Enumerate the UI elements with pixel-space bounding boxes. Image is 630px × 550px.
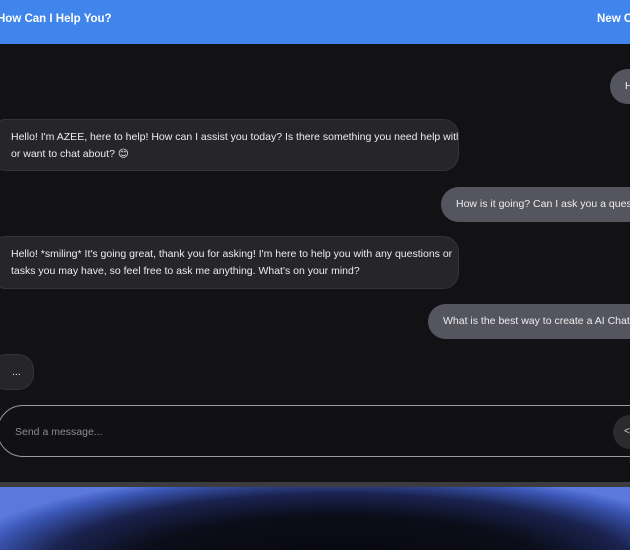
user-message: Hi bbox=[610, 69, 630, 104]
typing-dots: ... bbox=[12, 366, 21, 378]
message-text-line: tasks you may have, so feel free to ask … bbox=[11, 264, 360, 277]
message-text: What is the best way to create a AI Chat… bbox=[443, 315, 630, 327]
app-header: How Can I Help You? New Chat bbox=[0, 0, 630, 44]
message-composer: < bbox=[0, 405, 630, 457]
send-icon: < bbox=[624, 426, 630, 437]
message-input[interactable] bbox=[15, 423, 575, 441]
chat-messages: Hi Hello! I'm AZEE, here to help! How ca… bbox=[0, 44, 630, 482]
background-image bbox=[0, 487, 630, 550]
assistant-message: Hello! *smiling* It's going great, thank… bbox=[0, 236, 459, 289]
message-text: Hi bbox=[625, 80, 630, 92]
new-chat-button[interactable]: New Chat bbox=[597, 13, 630, 25]
message-text: How is it going? Can I ask you a questio… bbox=[456, 198, 630, 210]
chat-app: How Can I Help You? New Chat Hi Hello! I… bbox=[0, 0, 630, 550]
message-text-line: Hello! I'm AZEE, here to help! How can I… bbox=[11, 131, 459, 143]
user-message: What is the best way to create a AI Chat… bbox=[428, 304, 630, 339]
send-button[interactable]: < bbox=[613, 415, 630, 449]
assistant-message: Hello! I'm AZEE, here to help! How can I… bbox=[0, 119, 459, 171]
header-title: How Can I Help You? bbox=[0, 13, 112, 25]
message-text-line: or want to chat about? 😊 bbox=[11, 147, 129, 160]
user-message: How is it going? Can I ask you a questio… bbox=[441, 187, 630, 222]
typing-indicator: ... bbox=[0, 354, 34, 390]
message-text-line: Hello! *smiling* It's going great, thank… bbox=[11, 248, 453, 260]
